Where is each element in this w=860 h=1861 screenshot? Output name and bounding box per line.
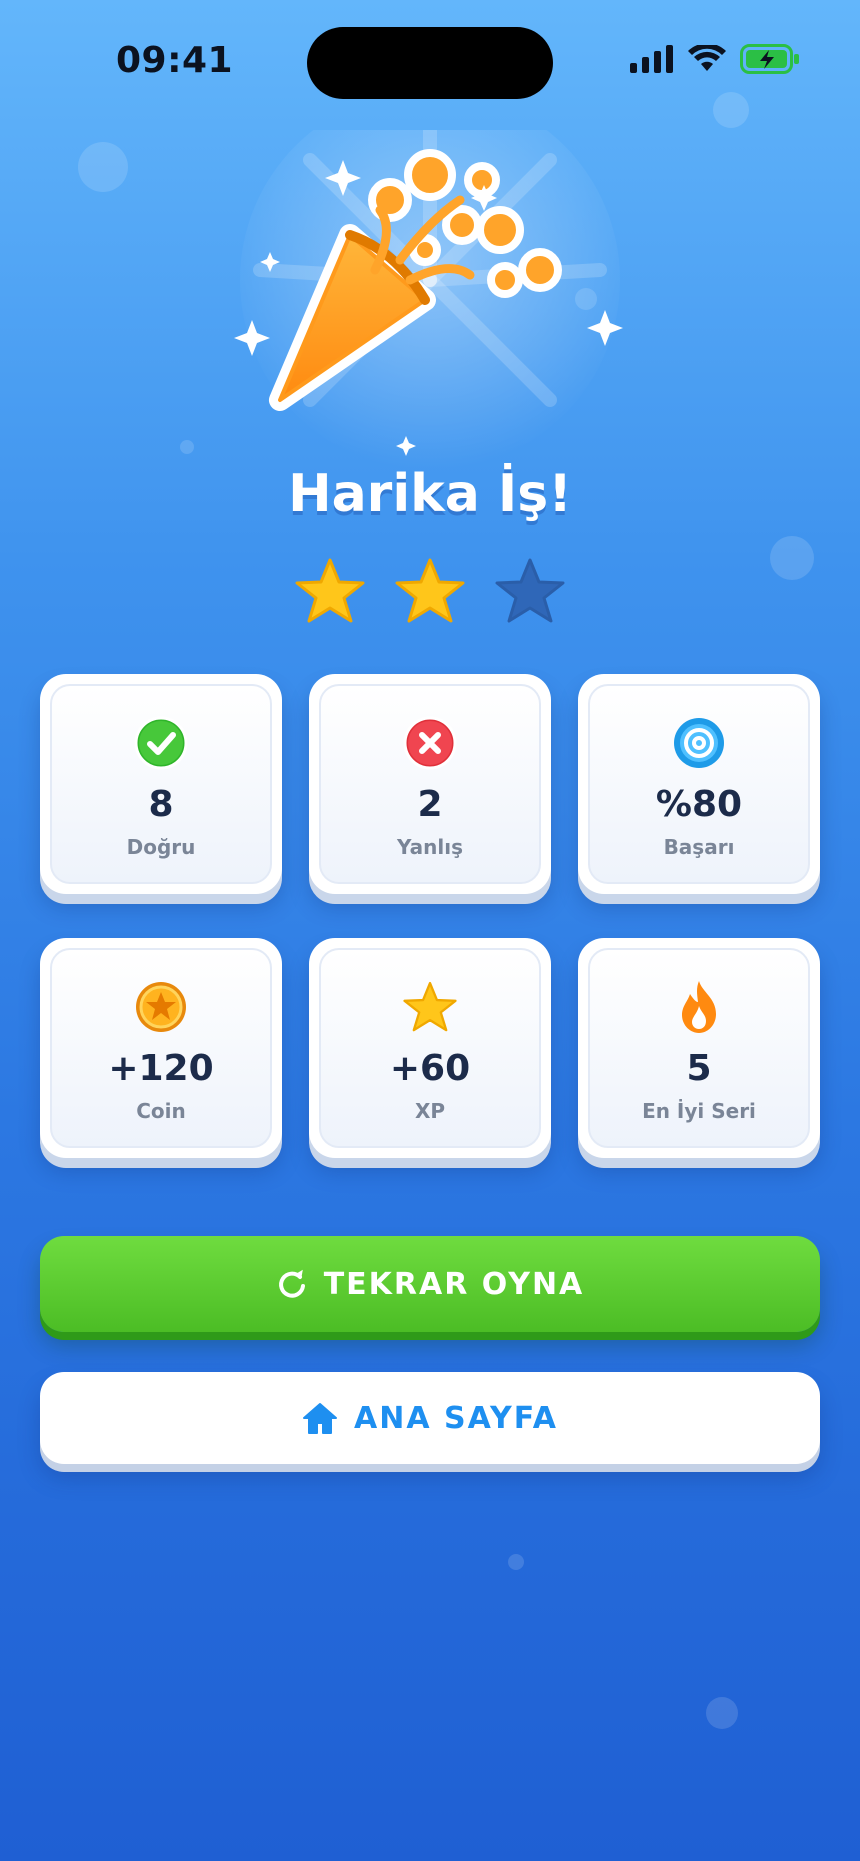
star-filled-icon <box>395 558 465 623</box>
stat-card-success: %80 Başarı <box>578 674 820 894</box>
stat-label: Yanlış <box>397 835 463 859</box>
stats-grid: 8 Doğru 2 Yanlış %80 Başarı +120 Coin +6… <box>40 674 820 1158</box>
stat-card-xp: +60 XP <box>309 938 551 1158</box>
stat-label: Başarı <box>663 835 735 859</box>
x-circle-icon <box>403 716 457 770</box>
stat-label: En İyi Seri <box>642 1099 756 1123</box>
stat-card-coin: +120 Coin <box>40 938 282 1158</box>
stat-value: 8 <box>148 784 174 825</box>
play-again-button[interactable]: TEKRAR OYNA <box>40 1236 820 1332</box>
home-button[interactable]: ANA SAYFA <box>40 1372 820 1464</box>
decor-bubble <box>713 92 749 128</box>
stat-value: +120 <box>108 1048 214 1089</box>
stat-card-correct: 8 Doğru <box>40 674 282 894</box>
stat-value: 5 <box>686 1048 712 1089</box>
status-time: 09:41 <box>116 40 234 81</box>
decor-bubble <box>180 440 194 454</box>
star-filled-icon <box>295 558 365 623</box>
refresh-icon <box>278 1269 305 1298</box>
home-icon <box>303 1403 338 1434</box>
stat-value: 2 <box>417 784 443 825</box>
star-icon <box>403 980 457 1034</box>
stat-card-streak: 5 En İyi Seri <box>578 938 820 1158</box>
stat-card-wrong: 2 Yanlış <box>309 674 551 894</box>
stat-value: +60 <box>389 1048 471 1089</box>
result-title: Harika İş! <box>288 464 572 524</box>
star-empty-icon <box>495 558 565 623</box>
target-icon <box>672 716 726 770</box>
stat-label: Coin <box>136 1099 186 1123</box>
dynamic-island <box>307 27 553 99</box>
stat-label: XP <box>414 1099 446 1123</box>
status-icons <box>630 44 800 74</box>
stat-label: Doğru <box>126 835 196 859</box>
wifi-icon <box>688 45 726 71</box>
flame-icon <box>672 980 726 1034</box>
signal-icon <box>630 45 673 73</box>
coin-icon <box>134 980 188 1034</box>
star-rating <box>0 558 860 624</box>
decor-bubble <box>706 1697 738 1729</box>
decor-bubble <box>78 142 128 192</box>
stat-value: %80 <box>655 784 743 825</box>
check-circle-icon <box>134 716 188 770</box>
decor-bubble <box>508 1554 524 1570</box>
battery-charging-icon <box>740 44 799 74</box>
party-popper-icon <box>234 130 623 470</box>
home-label: ANA SAYFA <box>354 1400 558 1436</box>
play-again-label: TEKRAR OYNA <box>323 1266 585 1302</box>
